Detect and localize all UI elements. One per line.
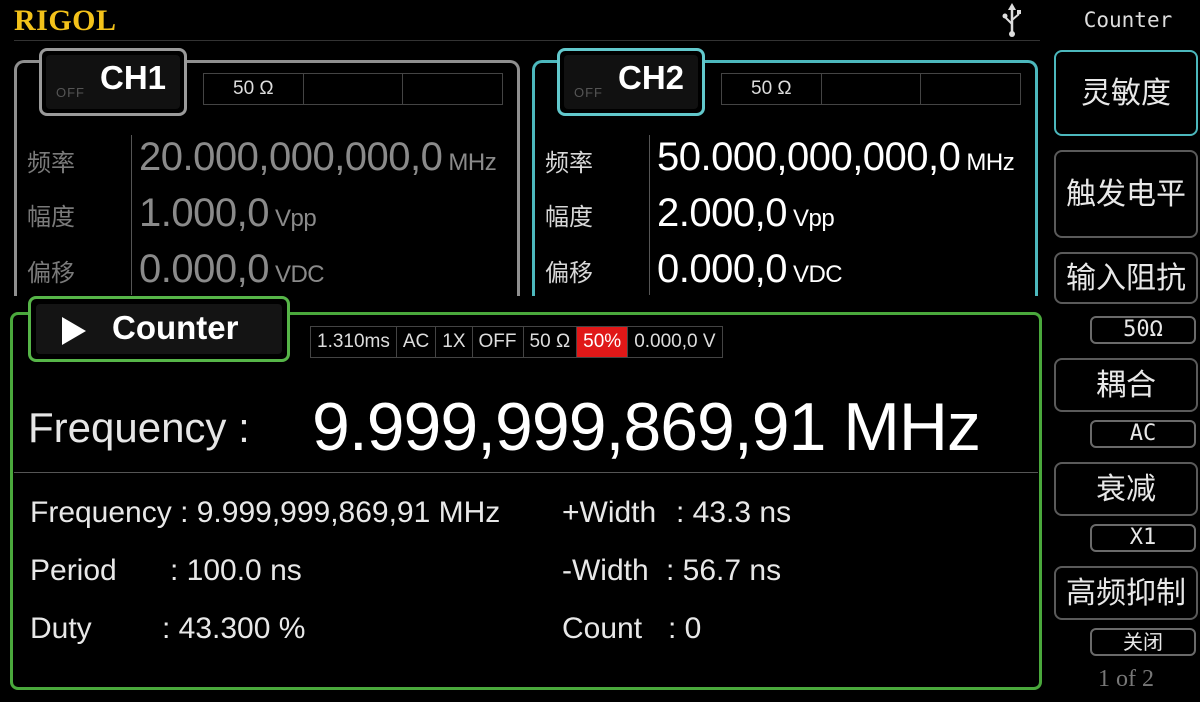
rigol-logo: RIGOL — [14, 4, 117, 37]
ch2-name: CH2 — [618, 59, 685, 96]
coupling-value: AC — [1090, 420, 1196, 448]
ch2-panel: OFF CH2 50 Ω 频率 50.000,000,000,0 MHz 幅度 2… — [532, 48, 1038, 296]
play-icon — [62, 317, 86, 345]
attenuation-status: 1X — [436, 327, 473, 357]
counter-name: Counter — [112, 309, 239, 346]
ch1-status-empty — [403, 74, 502, 104]
ch1-offset-value: 0.000,0 VDC — [139, 247, 325, 291]
stat-pos-width-label: +Width — [562, 496, 657, 529]
counter-divider — [14, 472, 1038, 473]
ch1-output-state: OFF — [56, 85, 85, 100]
hf-reject-softkey[interactable]: 高频抑制 — [1054, 566, 1198, 620]
ch2-status-empty — [822, 74, 922, 104]
ch1-panel: OFF CH1 50 Ω 频率 20.000,000,000,0 MHz 幅度 1… — [14, 48, 520, 296]
hf-reject-value: 关闭 — [1090, 628, 1196, 656]
stat-period-value: : 100.0 ns — [170, 554, 302, 587]
trigger-level-softkey[interactable]: 触发电平 — [1054, 150, 1198, 238]
ch2-tab[interactable]: OFF CH2 — [557, 48, 705, 116]
impedance-status: 50 Ω — [524, 327, 578, 357]
ch2-impedance: 50 Ω — [722, 74, 822, 104]
ch1-freq-value: 20.000,000,000,0 MHz — [139, 135, 497, 179]
attenuation-value: X1 — [1090, 524, 1196, 552]
stat-pos-width-value: : 43.3 ns — [676, 496, 792, 529]
ch2-status-empty — [921, 74, 1020, 104]
attenuation-softkey[interactable]: 衰减 — [1054, 462, 1198, 516]
sensitivity-status: 50% — [577, 327, 629, 357]
ch1-status-strip: 50 Ω — [203, 73, 503, 105]
stat-period-label: Period — [30, 554, 117, 587]
ch1-amp-value: 1.000,0 Vpp — [139, 191, 317, 235]
ch1-impedance: 50 Ω — [204, 74, 304, 104]
ch2-divider — [649, 135, 650, 295]
ch2-offset-value: 0.000,0 VDC — [657, 247, 843, 291]
coupling-softkey[interactable]: 耦合 — [1054, 358, 1198, 412]
ch2-amp-value: 2.000,0 Vpp — [657, 191, 835, 235]
stat-count-value: : 0 — [668, 612, 702, 645]
ch2-offset-label: 偏移 — [545, 259, 593, 287]
usb-icon — [1002, 3, 1021, 37]
stat-count-label: Count — [562, 612, 643, 645]
mode-title: Counter — [1083, 8, 1173, 32]
stat-neg-width-label: -Width — [562, 554, 649, 587]
sensitivity-softkey[interactable]: 灵敏度 — [1054, 50, 1198, 136]
ch2-status-strip: 50 Ω — [721, 73, 1021, 105]
header-divider — [14, 40, 1040, 41]
main-frequency-label: Frequency : — [28, 404, 250, 451]
page-indicator: 1 of 2 — [1098, 666, 1154, 692]
stat-duty-value: : 43.300 % — [162, 612, 306, 645]
hf-reject-status: OFF — [473, 327, 524, 357]
input-impedance-softkey[interactable]: 输入阻抗 — [1054, 252, 1198, 304]
ch2-freq-value: 50.000,000,000,0 MHz — [657, 135, 1015, 179]
stat-frequency: Frequency : 9.999,999,869,91 MHz — [30, 496, 501, 529]
input-impedance-value: 50Ω — [1090, 316, 1196, 344]
counter-status-strip: 1.310ms AC 1X OFF 50 Ω 50% 0.000,0 V — [310, 326, 723, 358]
coupling-status: AC — [397, 327, 437, 357]
stat-neg-width-value: : 56.7 ns — [666, 554, 782, 587]
ch1-name: CH1 — [100, 59, 167, 96]
trigger-level-status: 0.000,0 V — [634, 331, 716, 352]
ch1-amp-label: 幅度 — [27, 203, 75, 231]
counter-tab[interactable]: Counter — [28, 296, 290, 362]
ch1-offset-label: 偏移 — [27, 259, 75, 287]
main-frequency-value: 9.999,999,869,91 MHz — [312, 389, 981, 465]
ch2-amp-label: 幅度 — [545, 203, 593, 231]
ch1-status-empty — [304, 74, 404, 104]
gate-time: 1.310ms — [311, 327, 397, 357]
ch2-output-state: OFF — [574, 85, 603, 100]
ch1-divider — [131, 135, 132, 295]
ch1-freq-label: 频率 — [27, 149, 75, 177]
ch2-freq-label: 频率 — [545, 149, 593, 177]
stat-duty-label: Duty — [30, 612, 92, 645]
ch1-tab[interactable]: OFF CH1 — [39, 48, 187, 116]
